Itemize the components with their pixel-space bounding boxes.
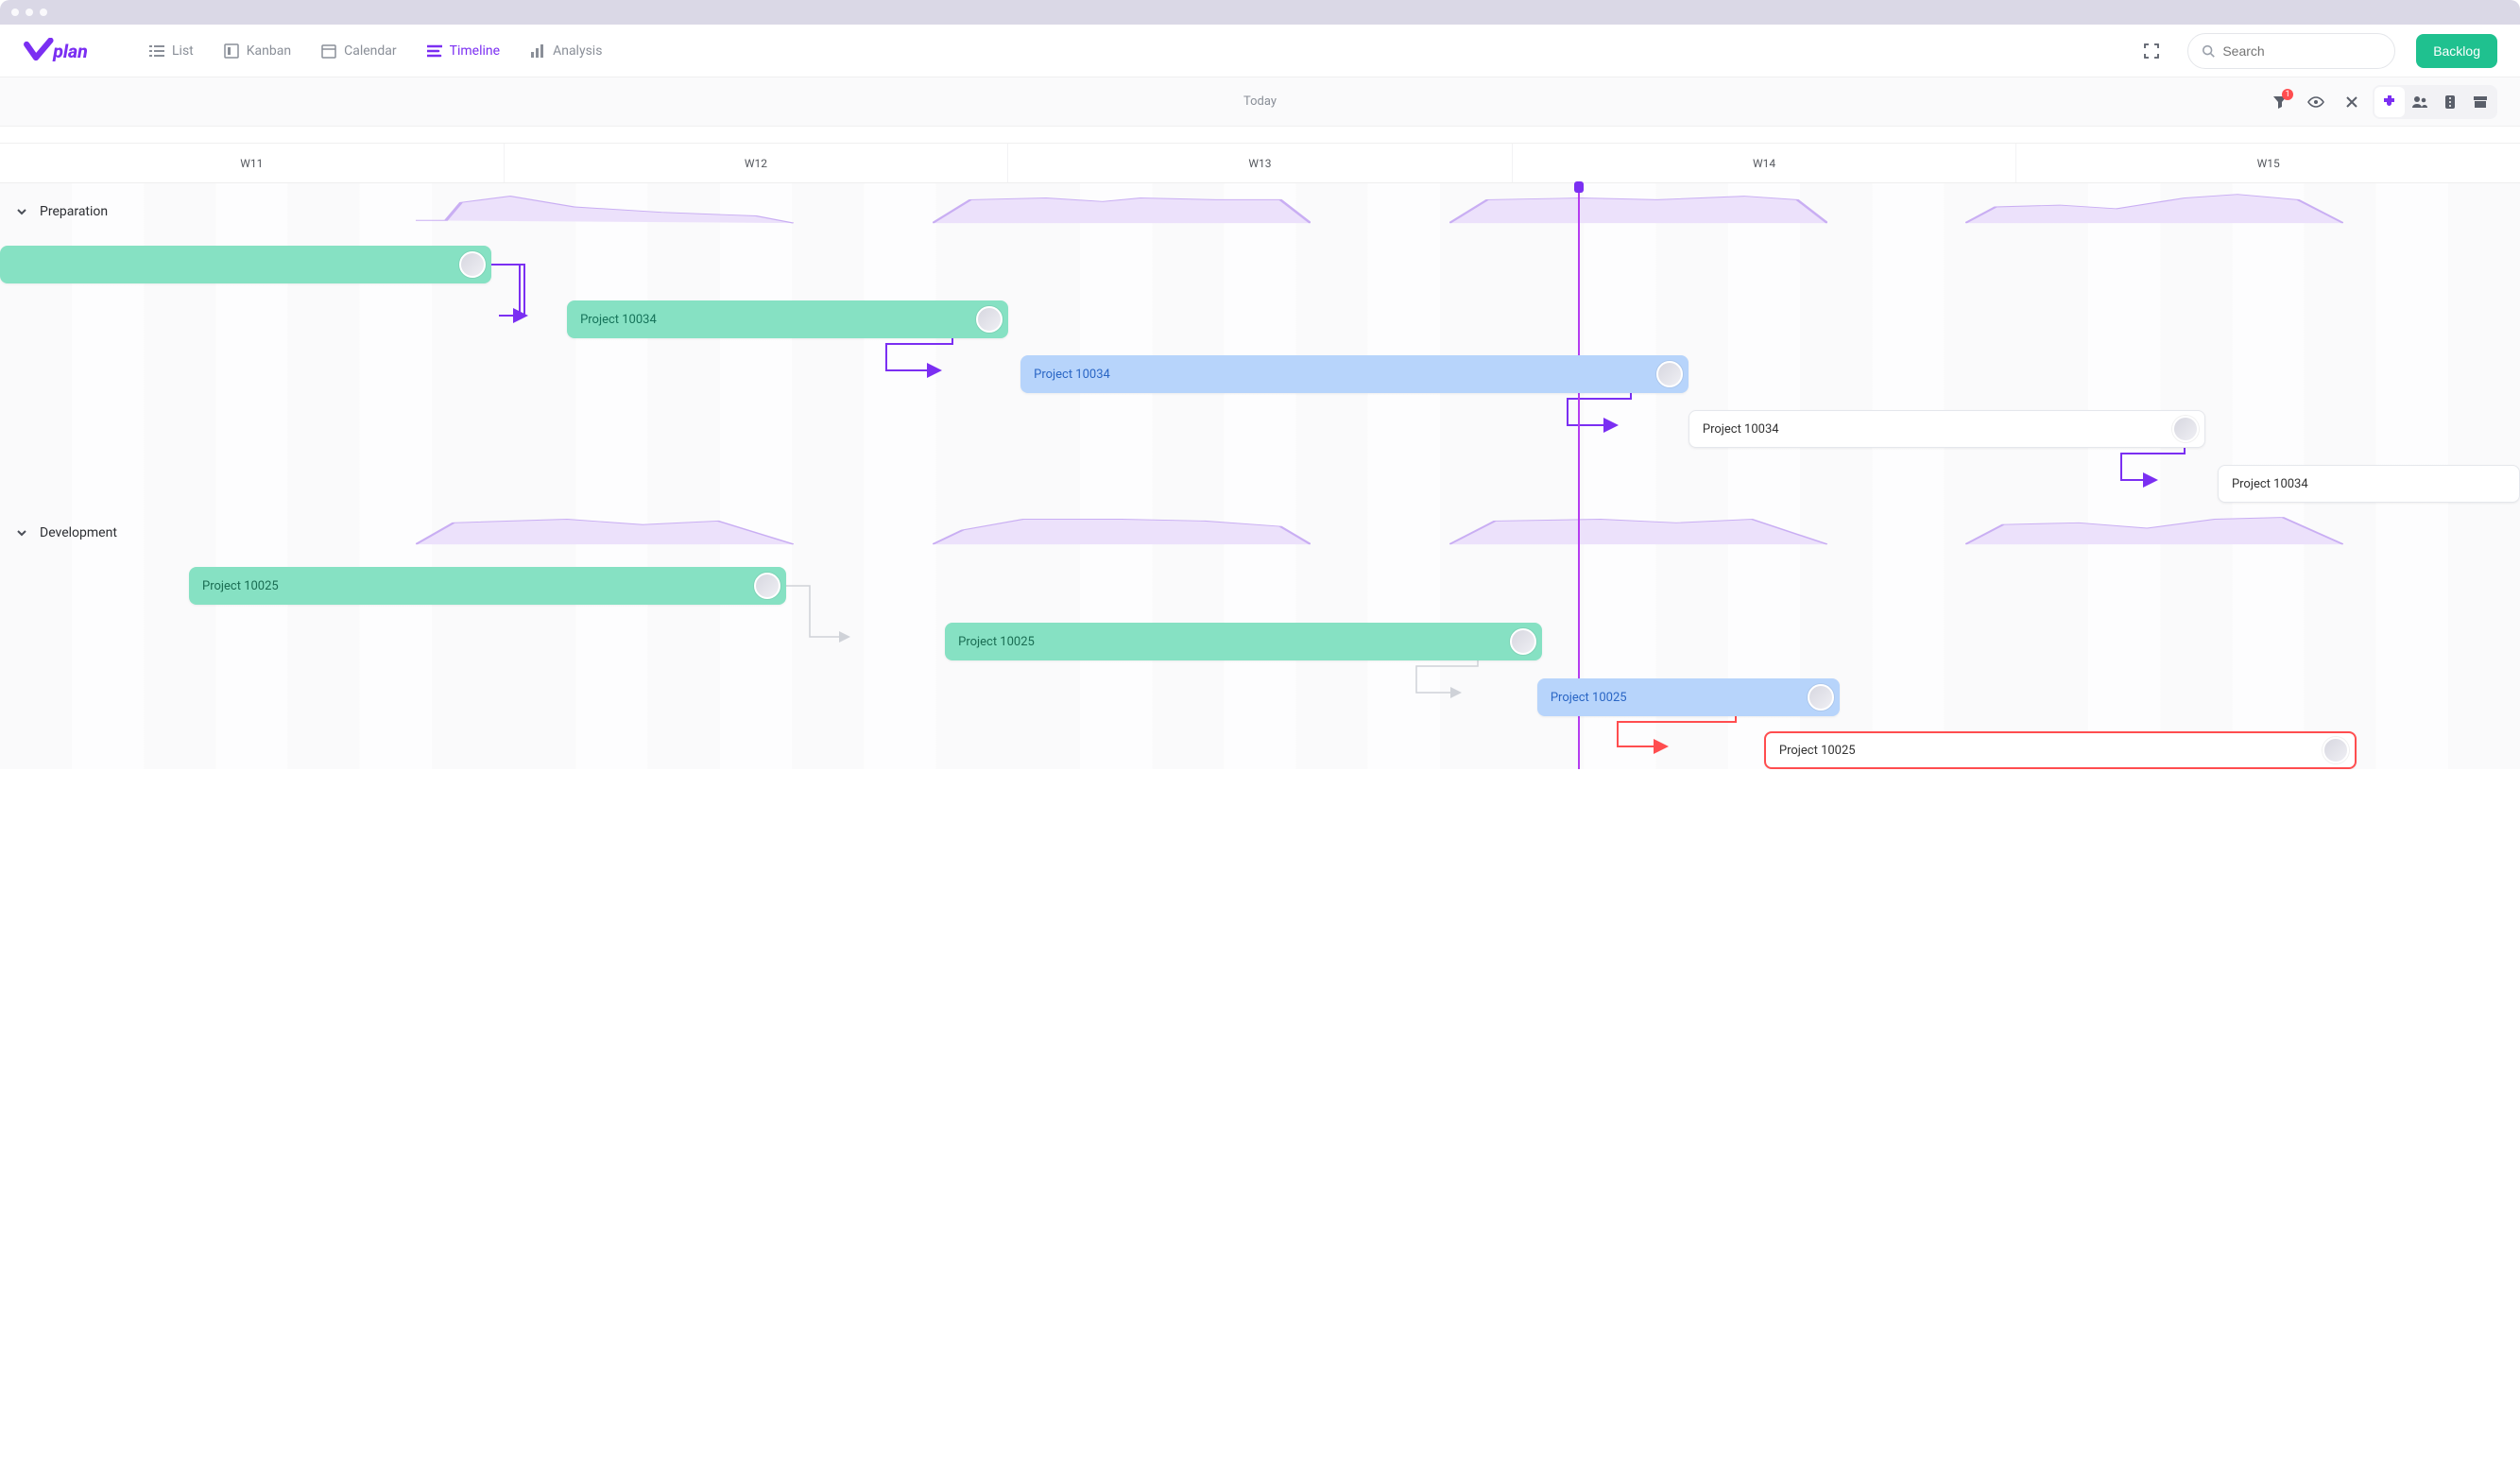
plugin-icon[interactable] <box>2374 87 2405 117</box>
today-label[interactable]: Today <box>1243 94 1277 109</box>
task-bar[interactable]: Project 10025 <box>1764 731 2357 769</box>
chevron-down-icon <box>15 526 28 540</box>
nav-label: Timeline <box>450 43 500 59</box>
task-bar[interactable]: Project 10034 <box>567 300 1008 338</box>
filter-badge: 1 <box>2282 89 2293 100</box>
fullscreen-icon[interactable] <box>2136 36 2167 66</box>
nav-label: Kanban <box>247 43 291 59</box>
app-logo: plan <box>23 38 102 64</box>
task-bar[interactable]: Project 10025 <box>189 567 786 605</box>
topbar: plan List Kanban Calendar Timeline Analy… <box>0 25 2520 77</box>
capacity-chart <box>1449 189 1827 225</box>
filter-icon[interactable]: 1 <box>2265 87 2295 117</box>
nav-label: Analysis <box>553 43 602 59</box>
task-label: Project 10025 <box>1779 744 1856 758</box>
nav-list[interactable]: List <box>138 38 205 64</box>
traffic-light-dot <box>26 9 33 16</box>
avatar <box>2323 737 2349 763</box>
chevron-down-icon <box>15 205 28 218</box>
group-header-development[interactable]: Development <box>15 525 117 540</box>
capacity-chart <box>933 510 1311 546</box>
task-label: Project 10034 <box>1034 368 1110 382</box>
traffic-light-dot <box>11 9 19 16</box>
tools-icon[interactable] <box>2337 87 2367 117</box>
storage-icon[interactable] <box>2435 87 2465 117</box>
task-label: Project 10025 <box>202 579 279 593</box>
view-nav: List Kanban Calendar Timeline Analysis <box>138 38 613 64</box>
visibility-icon[interactable] <box>2301 87 2331 117</box>
group-header-preparation[interactable]: Preparation <box>15 204 108 219</box>
capacity-chart <box>416 189 794 225</box>
task-label: Project 10025 <box>958 635 1035 649</box>
search-input[interactable] <box>2187 33 2395 69</box>
avatar <box>754 573 780 599</box>
nav-kanban[interactable]: Kanban <box>213 38 302 64</box>
task-bar[interactable]: Project 10034 <box>1020 355 1689 393</box>
week-header: W14 <box>1512 144 2016 182</box>
nav-label: Calendar <box>344 43 397 59</box>
search-field[interactable] <box>2222 43 2381 59</box>
week-header: W15 <box>2015 144 2520 182</box>
nav-calendar[interactable]: Calendar <box>310 38 408 64</box>
team-icon[interactable] <box>2405 87 2435 117</box>
capacity-chart <box>1965 189 2343 225</box>
week-header: W13 <box>1007 144 1512 182</box>
task-bar[interactable]: Project 10025 <box>945 623 1542 660</box>
avatar <box>2172 416 2199 442</box>
svg-text:plan: plan <box>52 41 88 62</box>
task-bar[interactable]: Project 10025 <box>1537 678 1840 716</box>
task-bar[interactable]: Project 10034 <box>2218 465 2520 503</box>
nav-label: List <box>172 43 194 59</box>
group-label: Development <box>40 525 117 540</box>
task-bar[interactable] <box>0 246 491 283</box>
group-label: Preparation <box>40 204 108 219</box>
task-bar[interactable]: Project 10034 <box>1689 410 2205 448</box>
task-label: Project 10025 <box>1551 691 1627 705</box>
avatar <box>976 306 1003 333</box>
week-header: W12 <box>504 144 1008 182</box>
window-chrome <box>0 0 2520 25</box>
capacity-chart <box>1449 510 1827 546</box>
avatar <box>1510 628 1536 655</box>
nav-analysis[interactable]: Analysis <box>519 38 613 64</box>
backlog-button[interactable]: Backlog <box>2416 34 2497 68</box>
task-label: Project 10034 <box>2232 477 2308 491</box>
capacity-chart <box>933 189 1311 225</box>
traffic-light-dot <box>40 9 47 16</box>
timeline-toolbar: Today 1 <box>0 77 2520 127</box>
timeline-canvas[interactable]: Preparation Project 10034 Project 10034 <box>0 183 2520 769</box>
panel-toggle-group <box>2373 85 2497 119</box>
avatar <box>1808 684 1834 711</box>
capacity-chart <box>416 510 794 546</box>
timeline-view: W11 W12 W13 W14 W15 Preparation <box>0 144 2520 769</box>
nav-timeline[interactable]: Timeline <box>416 38 511 64</box>
capacity-chart <box>1965 510 2343 546</box>
archive-icon[interactable] <box>2465 87 2495 117</box>
task-label: Project 10034 <box>1703 422 1779 437</box>
weeks-header: W11 W12 W13 W14 W15 <box>0 144 2520 183</box>
avatar <box>459 251 486 278</box>
avatar <box>1656 361 1683 387</box>
task-label: Project 10034 <box>580 313 657 327</box>
week-header: W11 <box>0 144 504 182</box>
